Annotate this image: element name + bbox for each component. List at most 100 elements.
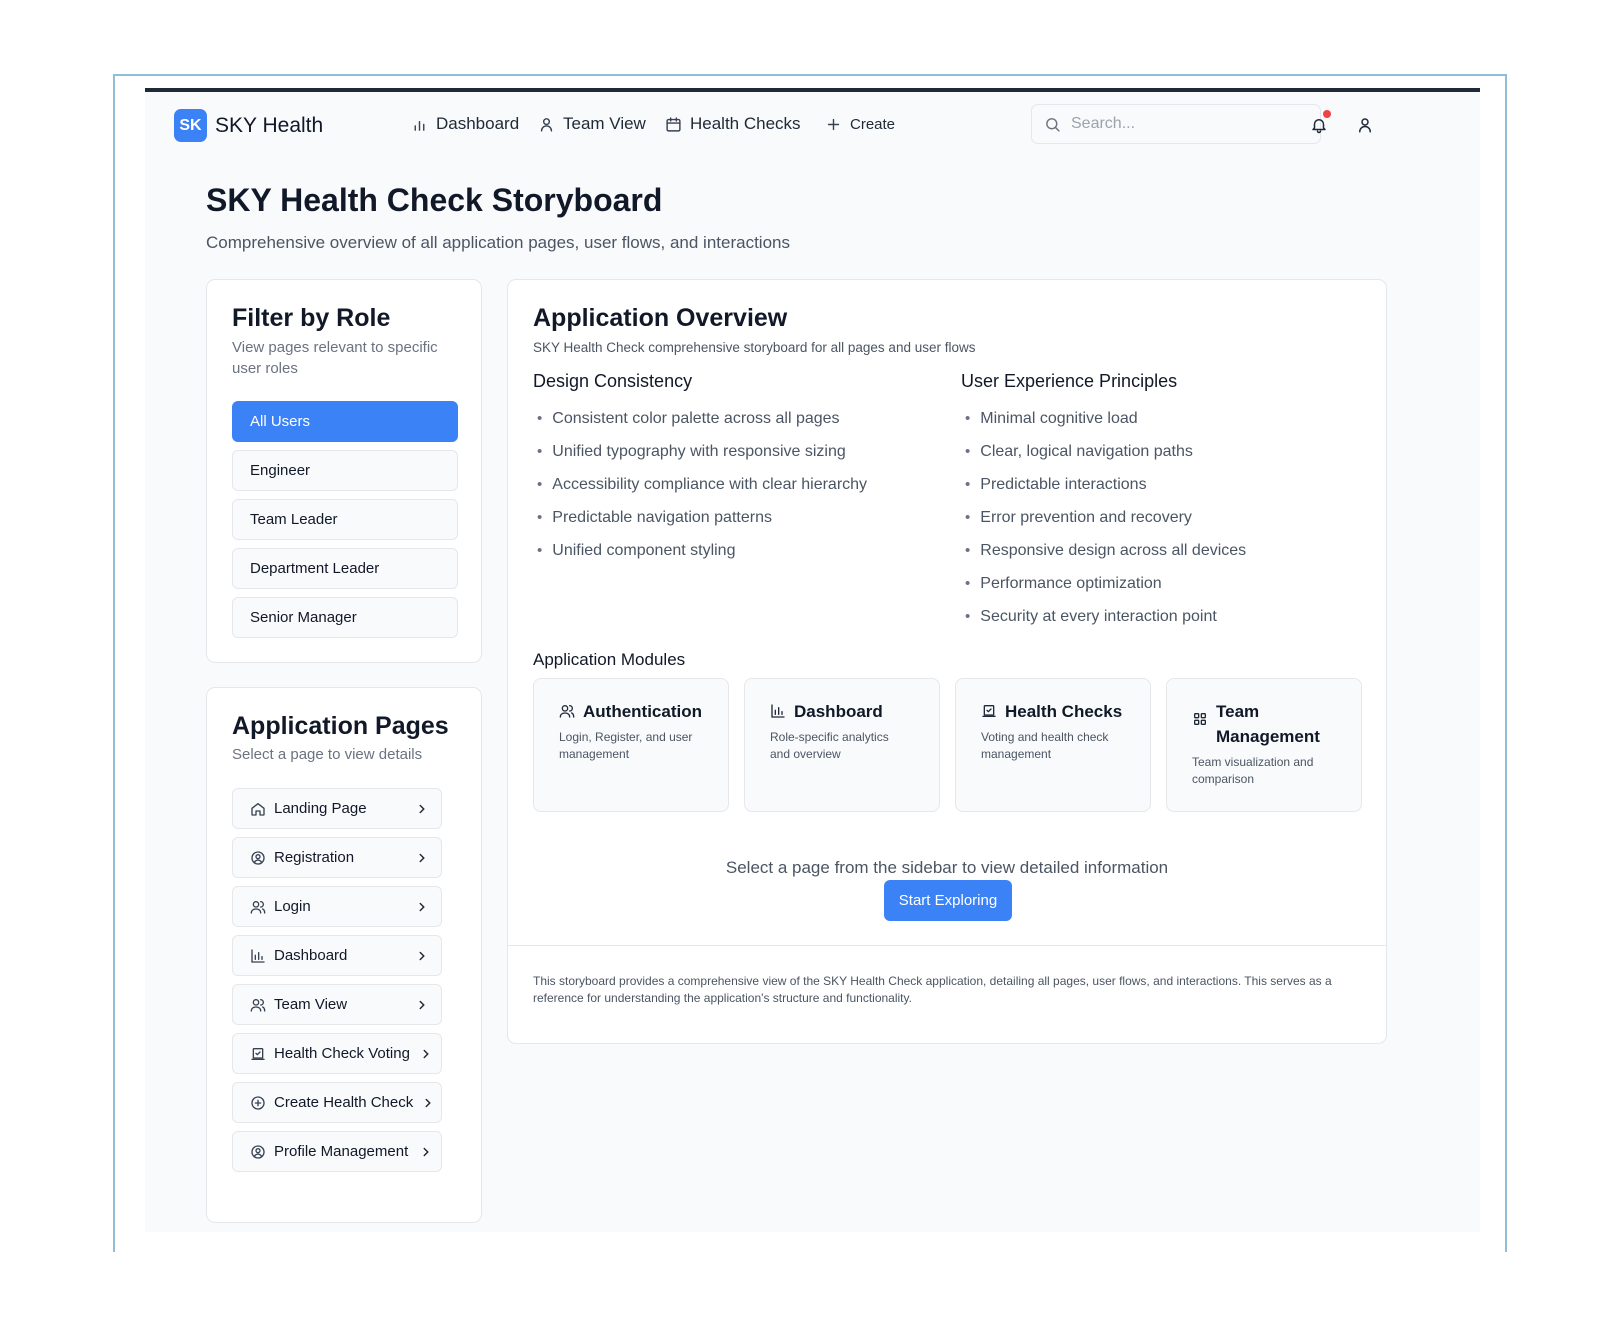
app-viewport: SK SKY Health Dashboard Team View Health… xyxy=(145,88,1480,1232)
vote-icon xyxy=(251,1047,265,1060)
bar-chart-icon xyxy=(251,948,265,963)
module-title: Authentication xyxy=(583,702,702,721)
nav-link-create[interactable]: Create xyxy=(825,116,895,133)
users-icon xyxy=(250,900,266,914)
user-circle-icon xyxy=(251,1144,265,1159)
module-card-authentication[interactable]: Authentication Login, Register, and user… xyxy=(533,678,729,812)
page-item-label: Registration xyxy=(274,849,355,866)
list-item: Security at every interaction point xyxy=(965,608,1246,641)
plus-circle-icon xyxy=(251,1095,265,1110)
page-item-label: Dashboard xyxy=(274,947,348,964)
chevron-right-icon xyxy=(419,951,425,960)
footer-divider xyxy=(508,945,1386,946)
search-box xyxy=(1031,104,1321,144)
application-pages-card: Application Pages Select a page to view … xyxy=(206,687,482,1223)
chevron-right-icon xyxy=(423,1049,429,1058)
user-circle-icon xyxy=(251,850,265,865)
footer-note: This storyboard provides a comprehensive… xyxy=(533,974,1332,1005)
nav-link-team-view[interactable]: Team View xyxy=(538,114,646,134)
ux-principles-list: Minimal cognitive load Clear, logical na… xyxy=(965,410,1246,641)
page-item-team-view[interactable]: Team View xyxy=(232,984,442,1025)
module-card-dashboard[interactable]: Dashboard Role-specific analytics and ov… xyxy=(744,678,940,812)
role-button-senior-manager[interactable]: Senior Manager xyxy=(232,597,458,638)
list-item: Performance optimization xyxy=(965,575,1246,608)
module-header: Team Management xyxy=(1192,699,1322,749)
pages-title: Application Pages xyxy=(232,712,449,740)
home-icon xyxy=(251,802,265,816)
page-item-label: Health Check Voting xyxy=(274,1045,410,1062)
chevron-right-icon xyxy=(425,1098,431,1107)
module-title: Dashboard xyxy=(794,702,883,721)
module-header: Authentication xyxy=(559,699,702,724)
page-item-profile-management[interactable]: Profile Management xyxy=(232,1131,442,1172)
logo-text[interactable]: SKY Health xyxy=(215,114,323,138)
select-page-message: Select a page from the sidebar to view d… xyxy=(725,858,1169,877)
list-item: Accessibility compliance with clear hier… xyxy=(537,476,867,509)
page-item-landing-page[interactable]: Landing Page xyxy=(232,788,442,829)
list-item: Minimal cognitive load xyxy=(965,410,1246,443)
list-item: Error prevention and recovery xyxy=(965,509,1246,542)
nav-link-label: Health Checks xyxy=(690,114,801,133)
page-item-login[interactable]: Login xyxy=(232,886,442,927)
list-item: Responsive design across all devices xyxy=(965,542,1246,575)
profile-button[interactable] xyxy=(1352,112,1378,138)
filter-title: Filter by Role xyxy=(232,304,391,332)
page-title: SKY Health Check Storyboard xyxy=(206,182,663,218)
list-item: Predictable interactions xyxy=(965,476,1246,509)
users-icon xyxy=(250,998,266,1012)
module-description: Role-specific analytics and overview xyxy=(770,730,889,761)
start-exploring-button[interactable]: Start Exploring xyxy=(884,880,1012,921)
search-icon xyxy=(1046,117,1060,132)
filter-by-role-card: Filter by Role View pages relevant to sp… xyxy=(206,279,482,663)
chevron-right-icon xyxy=(419,1000,425,1009)
notifications-button[interactable] xyxy=(1306,110,1332,138)
user-icon xyxy=(540,117,553,132)
page-item-create-health-check[interactable]: Create Health Check xyxy=(232,1082,442,1123)
logo-badge[interactable]: SK xyxy=(174,109,207,142)
role-button-all-users[interactable]: All Users xyxy=(232,401,458,442)
chevron-right-icon xyxy=(419,902,425,911)
module-card-team-management[interactable]: Team Management Team visualization and c… xyxy=(1166,678,1362,812)
nav-link-dashboard[interactable]: Dashboard xyxy=(411,114,519,134)
list-item: Unified component styling xyxy=(537,542,867,575)
bell-icon xyxy=(1312,119,1326,134)
bar-chart-icon xyxy=(771,704,785,718)
overview-title: Application Overview xyxy=(533,304,788,332)
module-title: Team Management xyxy=(1216,702,1320,746)
page-item-label: Landing Page xyxy=(274,800,367,817)
list-item: Unified typography with responsive sizin… xyxy=(537,443,867,476)
role-button-engineer[interactable]: Engineer xyxy=(232,450,458,491)
page-item-dashboard[interactable]: Dashboard xyxy=(232,935,442,976)
nav-link-label: Dashboard xyxy=(436,114,520,133)
page-subtitle: Comprehensive overview of all applicatio… xyxy=(206,233,790,252)
modules-heading: Application Modules xyxy=(533,650,686,669)
page-item-label: Team View xyxy=(274,996,348,1013)
module-description: Team visualization and comparison xyxy=(1192,755,1314,786)
role-button-team-leader[interactable]: Team Leader xyxy=(232,499,458,540)
chevron-right-icon xyxy=(419,804,425,813)
ux-principles-heading: User Experience Principles xyxy=(961,371,1178,391)
module-header: Health Checks xyxy=(981,699,1122,724)
nav-link-label: Create xyxy=(850,116,896,133)
list-item: Predictable navigation patterns xyxy=(537,509,867,542)
design-consistency-list: Consistent color palette across all page… xyxy=(537,410,867,575)
page-item-registration[interactable]: Registration xyxy=(232,837,442,878)
search-input[interactable] xyxy=(1069,114,1303,134)
page-item-health-check-voting[interactable]: Health Check Voting xyxy=(232,1033,442,1074)
module-header: Dashboard xyxy=(770,699,883,724)
page-item-label: Login xyxy=(274,898,311,915)
vote-icon xyxy=(982,705,996,717)
page-item-label: Create Health Check xyxy=(274,1094,414,1111)
module-card-health-checks[interactable]: Health Checks Voting and health check ma… xyxy=(955,678,1151,812)
bar-chart-icon xyxy=(414,120,425,131)
nav-link-health-checks[interactable]: Health Checks xyxy=(665,114,801,134)
grid-icon xyxy=(1194,713,1206,725)
page-item-label: Profile Management xyxy=(274,1143,409,1160)
pages-description: Select a page to view details xyxy=(232,746,423,763)
plus-icon xyxy=(827,118,840,131)
top-navbar: SK SKY Health Dashboard Team View Health… xyxy=(145,92,1480,164)
role-button-department-leader[interactable]: Department Leader xyxy=(232,548,458,589)
calendar-icon xyxy=(666,116,681,132)
application-overview-card: Application Overview SKY Health Check co… xyxy=(507,279,1387,1044)
overview-subtitle: SKY Health Check comprehensive storyboar… xyxy=(533,340,976,355)
